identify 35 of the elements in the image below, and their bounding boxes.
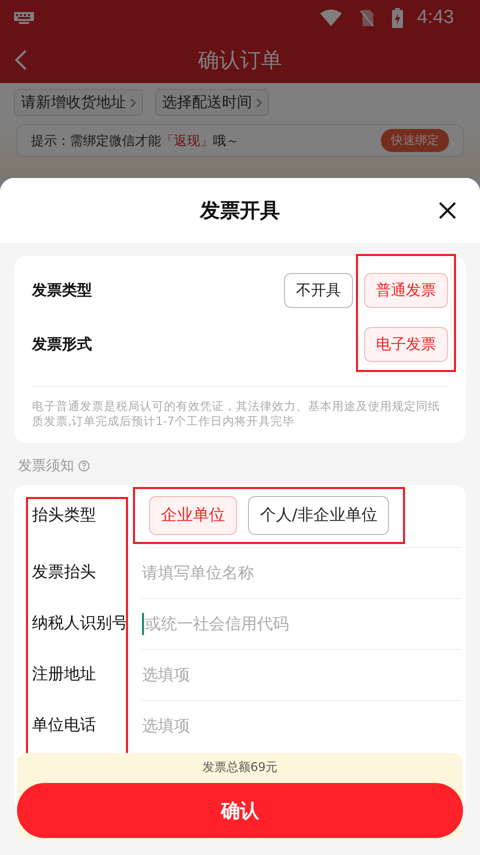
field-label: 纳税人识别号 [32,612,129,634]
option-chip[interactable]: 选择配送时间 [155,89,269,116]
confirm-button[interactable]: 确认 [17,783,463,838]
page-title: 确认订单 [198,46,282,74]
status-time: 4:43 [417,7,454,29]
battery-charging-icon [392,8,404,28]
option-button[interactable]: 不开具 [284,273,353,308]
field-label: 抬头类型 [32,504,97,526]
close-icon[interactable] [438,201,457,220]
sheet-title: 发票开具 [200,197,280,224]
option-chip[interactable]: 请新增收货地址 [14,89,143,116]
invoice-total: 发票总额69元 [201,759,279,776]
input-field[interactable]: 请填写单位名称 [142,563,462,582]
field-label: 发票形式 [32,335,93,354]
invoice-note: 电子普通发票是税局认可的有效凭证，其法律效力、基本用途及使用规定同纸质发票,订单完成后预计1-7个工作日内将开具完毕 [32,398,441,430]
field-label: 单位电话 [32,714,97,736]
option-button[interactable]: 企业单位 [149,496,237,536]
keyboard-icon [14,12,34,24]
field-label: 发票抬头 [32,560,97,583]
option-button[interactable]: 个人/非企业单位 [248,496,390,536]
bind-button[interactable]: 快速绑定 [381,129,449,152]
input-field[interactable]: 选填项 [142,716,462,736]
help-icon[interactable] [78,460,90,472]
field-label: 注册地址 [32,662,97,685]
field-label: 发票类型 [32,281,93,300]
wifi-icon [320,9,342,27]
input-field[interactable]: 选填项 [142,665,462,684]
back-icon[interactable] [14,49,28,71]
tip-text: 提示：需绑定微信才能「返现」哦～ [31,132,239,150]
notice-link[interactable]: 发票须知 [18,456,74,475]
option-button[interactable]: 普通发票 [364,273,448,308]
chevron-icon [130,98,136,108]
option-button[interactable]: 电子发票 [364,327,448,362]
input-field[interactable]: 或统一社会信用代码 [145,614,462,634]
chevron-icon [256,98,262,108]
